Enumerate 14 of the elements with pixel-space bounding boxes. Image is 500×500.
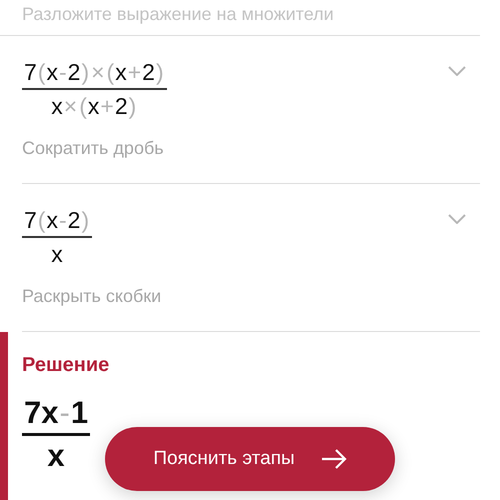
numerator: 7(x-2)	[23, 206, 90, 234]
step-caption: Сократить дробь	[22, 138, 165, 159]
chevron-icon[interactable]	[448, 214, 466, 224]
solution-title: Решение	[22, 354, 110, 377]
denominator: x	[46, 438, 66, 474]
explain-steps-button[interactable]: Пояснить этапы	[105, 427, 395, 491]
denominator: x×(x+2)	[50, 92, 138, 120]
step-caption: Разложите выражение на множители	[0, 0, 480, 36]
numerator: 7(x-2)×(x+2)	[23, 58, 165, 86]
chevron-icon[interactable]	[448, 66, 466, 76]
arrow-right-icon	[320, 449, 347, 469]
step-caption: Раскрыть скобки	[22, 286, 162, 307]
denominator: x	[50, 240, 64, 268]
numerator: 7x-1	[23, 395, 90, 431]
